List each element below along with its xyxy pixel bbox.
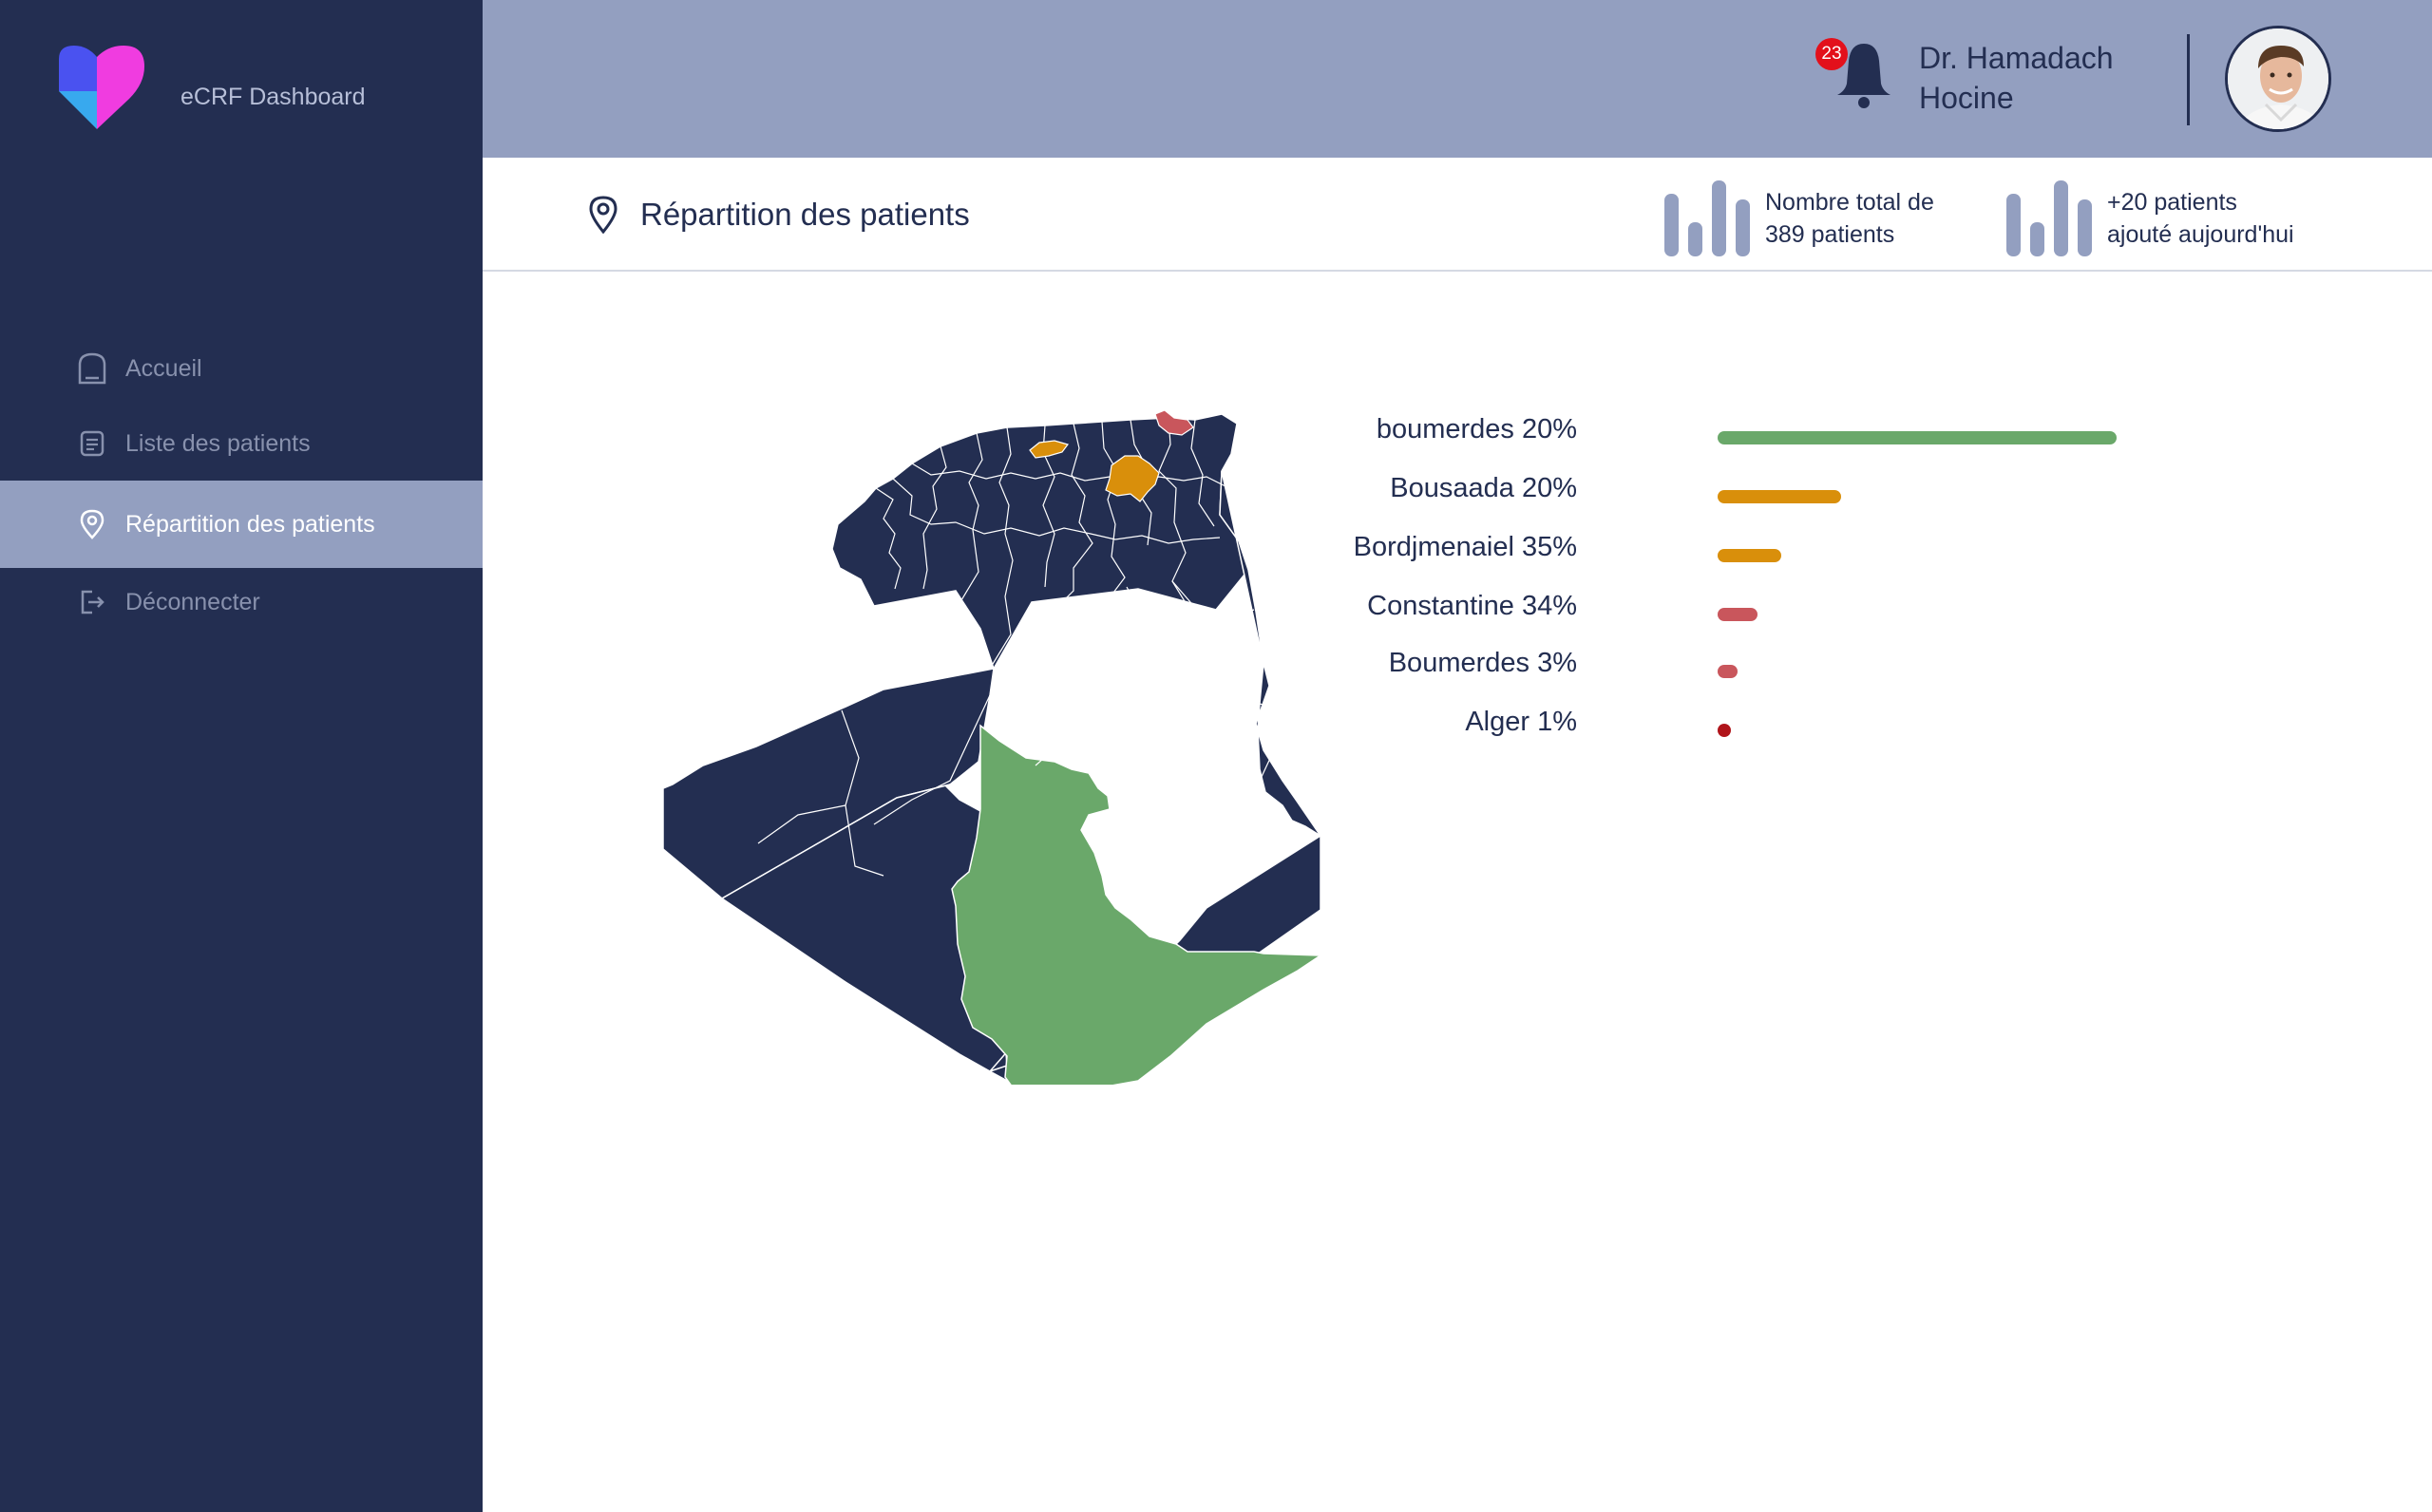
legend-bar xyxy=(1718,431,2117,444)
legend-row[interactable]: Bousaada 20% xyxy=(1358,467,2214,513)
app-title: eCRF Dashboard xyxy=(180,84,366,110)
legend-label: boumerdes 20% xyxy=(1376,414,1577,444)
sidebar-item-deconnecter[interactable]: Déconnecter xyxy=(0,568,483,636)
legend-bar xyxy=(1718,724,1731,737)
legend-label: Bordjmenaiel 35% xyxy=(1353,532,1577,562)
sidebar-item-repartition[interactable]: Répartition des patients xyxy=(0,481,483,568)
legend-label: Constantine 34% xyxy=(1367,591,1577,621)
brand[interactable]: eCRF Dashboard xyxy=(53,46,452,129)
stat-line1: +20 patients xyxy=(2107,189,2237,216)
location-pin-icon xyxy=(589,196,618,234)
location-pin-icon xyxy=(76,508,108,540)
legend-bar xyxy=(1718,549,1781,562)
user-name[interactable]: Dr. Hamadach Hocine xyxy=(1919,38,2147,118)
sidebar-item-label: Accueil xyxy=(125,354,202,382)
header-divider xyxy=(2187,34,2190,125)
algeria-map[interactable] xyxy=(656,401,1349,1085)
sidebar-nav: Accueil Liste des patients Répartition d… xyxy=(0,331,483,636)
notification-badge[interactable]: 23 xyxy=(1815,38,1848,70)
bar-chart-icon xyxy=(2006,180,2092,256)
sidebar-item-accueil[interactable]: Accueil xyxy=(0,331,483,406)
top-header: 23 Dr. Hamadach Hocine xyxy=(483,0,2432,158)
legend-bar xyxy=(1718,608,1758,621)
stat-line2: 389 patients xyxy=(1765,221,1895,248)
legend-label: Bousaada 20% xyxy=(1390,473,1577,503)
legend-row[interactable]: boumerdes 20% xyxy=(1358,408,2214,454)
stat-new-patients: +20 patients ajouté aujourd'hui xyxy=(2003,179,2316,258)
page-title-group: Répartition des patients xyxy=(589,196,970,234)
app-root: eCRF Dashboard Accueil Liste des patient… xyxy=(0,0,2432,1512)
page-header: Répartition des patients Nombre total de… xyxy=(483,158,2432,272)
bar-chart-icon xyxy=(1664,180,1750,256)
legend-label: Boumerdes 3% xyxy=(1388,648,1577,678)
legend-row[interactable]: Boumerdes 3% xyxy=(1358,642,2214,688)
legend-bar xyxy=(1718,490,1841,503)
legend-row[interactable]: Alger 1% xyxy=(1358,701,2214,747)
sidebar-item-liste-patients[interactable]: Liste des patients xyxy=(0,406,483,481)
legend-bar xyxy=(1718,665,1738,678)
sidebar: eCRF Dashboard Accueil Liste des patient… xyxy=(0,0,483,1512)
page-title: Répartition des patients xyxy=(640,197,970,232)
stat-line1: Nombre total de xyxy=(1765,189,1934,216)
avatar-portrait xyxy=(2228,28,2328,129)
avatar[interactable] xyxy=(2225,26,2331,132)
sidebar-item-label: Déconnecter xyxy=(125,588,260,615)
list-icon xyxy=(76,427,108,460)
stat-line2: ajouté aujourd'hui xyxy=(2107,221,2294,248)
legend-row[interactable]: Constantine 34% xyxy=(1358,585,2214,631)
legend-label: Alger 1% xyxy=(1465,707,1577,737)
stat-total-patients: Nombre total de 389 patients xyxy=(1661,179,1974,258)
sidebar-item-label: Répartition des patients xyxy=(125,510,375,538)
stat-text: Nombre total de 389 patients xyxy=(1765,186,1974,251)
logout-icon xyxy=(76,586,108,618)
stat-text: +20 patients ajouté aujourd'hui xyxy=(2107,186,2316,251)
heart-logo-icon xyxy=(59,46,144,129)
home-icon xyxy=(76,352,108,385)
legend-row[interactable]: Bordjmenaiel 35% xyxy=(1354,526,2214,572)
sidebar-item-label: Liste des patients xyxy=(125,429,311,457)
